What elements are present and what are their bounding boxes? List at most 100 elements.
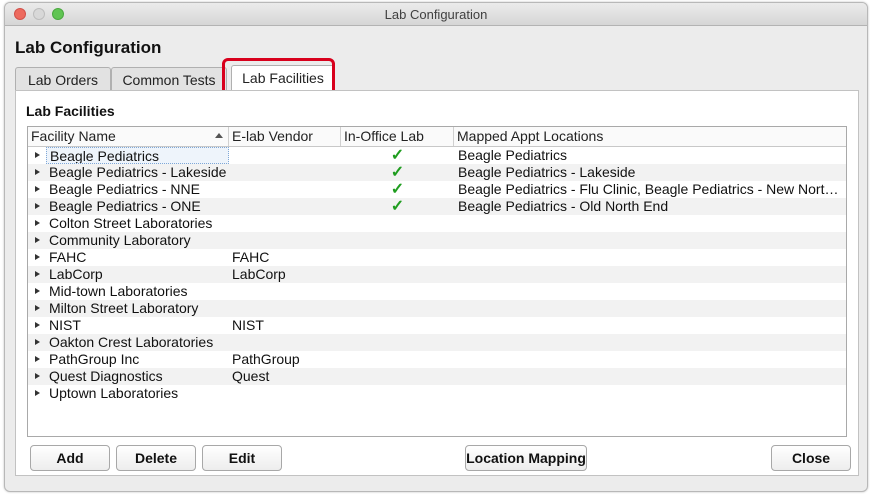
elab-vendor-cell bbox=[229, 283, 341, 300]
expand-triangle-icon[interactable] bbox=[35, 203, 40, 209]
expand-triangle-icon[interactable] bbox=[35, 169, 40, 175]
table-row[interactable]: Community Laboratory bbox=[28, 232, 846, 249]
elab-vendor-cell: FAHC bbox=[232, 249, 270, 265]
add-button[interactable]: Add bbox=[30, 445, 110, 471]
mapped-locations-cell bbox=[454, 215, 844, 232]
mapped-locations-cell: Beagle Pediatrics - Lakeside bbox=[458, 164, 636, 180]
column-header-label: Facility Name bbox=[31, 128, 116, 144]
table-row[interactable]: PathGroup Inc PathGroup bbox=[28, 351, 846, 368]
column-header-elab-vendor[interactable]: E-lab Vendor bbox=[229, 127, 341, 146]
edit-button[interactable]: Edit bbox=[202, 445, 282, 471]
in-office-lab-checkmark bbox=[341, 351, 454, 368]
lab-facilities-panel: Lab Facilities Facility Name E-lab Vendo… bbox=[15, 90, 859, 476]
window-title: Lab Configuration bbox=[384, 7, 488, 22]
table-row[interactable]: Beagle Pediatrics - ONE ✓ Beagle Pediatric… bbox=[28, 198, 846, 215]
expand-triangle-icon[interactable] bbox=[35, 322, 40, 328]
table-row[interactable]: LabCorp LabCorp bbox=[28, 266, 846, 283]
elab-vendor-cell bbox=[229, 385, 341, 402]
expand-triangle-icon[interactable] bbox=[35, 288, 40, 294]
facility-name-cell: Oakton Crest Laboratories bbox=[49, 334, 214, 350]
expand-triangle-icon[interactable] bbox=[35, 237, 40, 243]
mapped-locations-cell: Beagle Pediatrics - Flu Clinic, Beagle P… bbox=[458, 181, 844, 197]
table-row[interactable]: NIST NIST bbox=[28, 317, 846, 334]
column-header-facility-name[interactable]: Facility Name bbox=[28, 127, 229, 146]
title-bar[interactable]: Lab Configuration bbox=[5, 3, 867, 26]
in-office-lab-checkmark bbox=[341, 215, 454, 232]
delete-button[interactable]: Delete bbox=[116, 445, 196, 471]
facility-name-cell: Milton Street Laboratory bbox=[49, 300, 199, 316]
expand-triangle-icon[interactable] bbox=[35, 373, 40, 379]
expand-triangle-icon[interactable] bbox=[35, 220, 40, 226]
expand-triangle-icon[interactable] bbox=[35, 339, 40, 345]
expand-triangle-icon[interactable] bbox=[35, 186, 40, 192]
in-office-lab-checkmark bbox=[341, 232, 454, 249]
expand-triangle-icon[interactable] bbox=[35, 305, 40, 311]
facilities-table: Facility Name E-lab Vendor In-Office Lab… bbox=[27, 126, 847, 437]
mapped-locations-cell bbox=[454, 249, 844, 266]
expand-triangle-icon[interactable] bbox=[35, 254, 40, 260]
tab-common-tests[interactable]: Common Tests bbox=[111, 67, 227, 91]
elab-vendor-cell bbox=[229, 147, 341, 164]
elab-vendor-cell bbox=[229, 334, 341, 351]
elab-vendor-cell: NIST bbox=[232, 317, 264, 333]
location-mapping-button[interactable]: Location Mapping bbox=[465, 445, 587, 471]
facility-name-cell: PathGroup Inc bbox=[49, 351, 140, 367]
in-office-lab-checkmark bbox=[341, 317, 454, 334]
table-body: Beagle Pediatrics ✓ Beagle Pediatrics Beagl… bbox=[28, 147, 846, 402]
expand-triangle-icon[interactable] bbox=[35, 152, 40, 158]
table-row[interactable]: Beagle Pediatrics - NNE ✓ Beagle Pediatric… bbox=[28, 181, 846, 198]
in-office-lab-checkmark bbox=[341, 385, 454, 402]
mapped-locations-cell bbox=[454, 351, 844, 368]
table-row[interactable]: Beagle Pediatrics ✓ Beagle Pediatrics bbox=[28, 147, 846, 164]
table-row[interactable]: Oakton Crest Laboratories bbox=[28, 334, 846, 351]
facility-name-cell: Beagle Pediatrics - Lakeside bbox=[49, 164, 227, 180]
facility-name-cell: Colton Street Laboratories bbox=[49, 215, 213, 231]
in-office-lab-checkmark bbox=[341, 266, 454, 283]
elab-vendor-cell: LabCorp bbox=[232, 266, 286, 282]
in-office-lab-checkmark bbox=[341, 368, 454, 385]
facility-name-cell: NIST bbox=[49, 317, 81, 333]
column-header-in-office-lab[interactable]: In-Office Lab bbox=[341, 127, 454, 146]
table-row[interactable]: Beagle Pediatrics - Lakeside ✓ Beagle Pedi… bbox=[28, 164, 846, 181]
table-row[interactable]: Milton Street Laboratory bbox=[28, 300, 846, 317]
table-row[interactable]: FAHC FAHC bbox=[28, 249, 846, 266]
table-row[interactable]: Mid-town Laboratories bbox=[28, 283, 846, 300]
facility-name-cell: Beagle Pediatrics - ONE bbox=[49, 198, 201, 214]
page-title: Lab Configuration bbox=[15, 38, 162, 57]
elab-vendor-cell bbox=[229, 164, 341, 181]
section-title: Lab Facilities bbox=[26, 103, 115, 119]
facility-name-cell: LabCorp bbox=[49, 266, 103, 282]
lab-configuration-window: Lab Configuration Lab Configuration Lab … bbox=[4, 2, 868, 492]
elab-vendor-cell: PathGroup bbox=[232, 351, 300, 367]
in-office-lab-checkmark: ✓ bbox=[390, 147, 405, 164]
mapped-locations-cell bbox=[454, 300, 844, 317]
facility-name-cell: Mid-town Laboratories bbox=[49, 283, 188, 299]
in-office-lab-checkmark: ✓ bbox=[390, 181, 405, 198]
elab-vendor-cell bbox=[229, 198, 341, 215]
expand-triangle-icon[interactable] bbox=[35, 390, 40, 396]
mapped-locations-cell bbox=[454, 334, 844, 351]
table-row[interactable]: Quest Diagnostics Quest bbox=[28, 368, 846, 385]
tab-lab-orders[interactable]: Lab Orders bbox=[15, 67, 111, 91]
in-office-lab-checkmark bbox=[341, 334, 454, 351]
mapped-locations-cell bbox=[454, 283, 844, 300]
column-header-mapped-appt-locations[interactable]: Mapped Appt Locations bbox=[454, 127, 846, 146]
table-row[interactable]: Colton Street Laboratories bbox=[28, 215, 846, 232]
mapped-locations-cell bbox=[454, 266, 844, 283]
in-office-lab-checkmark bbox=[341, 283, 454, 300]
mapped-locations-cell bbox=[454, 368, 844, 385]
mapped-locations-cell bbox=[454, 232, 844, 249]
facility-name-cell: Uptown Laboratories bbox=[49, 385, 179, 401]
mapped-locations-cell: Beagle Pediatrics bbox=[458, 147, 567, 163]
expand-triangle-icon[interactable] bbox=[35, 356, 40, 362]
mapped-locations-cell: Beagle Pediatrics - Old North End bbox=[458, 198, 669, 214]
close-button[interactable]: Close bbox=[771, 445, 851, 471]
mapped-locations-cell bbox=[454, 385, 844, 402]
facility-name-cell: Community Laboratory bbox=[49, 232, 191, 248]
in-office-lab-checkmark bbox=[341, 300, 454, 317]
elab-vendor-cell bbox=[229, 215, 341, 232]
expand-triangle-icon[interactable] bbox=[35, 271, 40, 277]
mapped-locations-cell bbox=[454, 317, 844, 334]
table-row[interactable]: Uptown Laboratories bbox=[28, 385, 846, 402]
in-office-lab-checkmark: ✓ bbox=[390, 164, 405, 181]
